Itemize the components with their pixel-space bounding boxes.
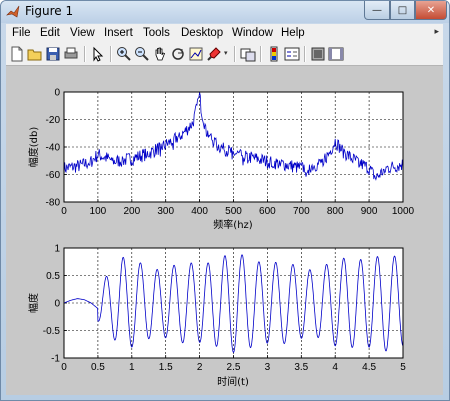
figure-client-area: File Edit View Insert Tools Desktop Wind… <box>6 24 443 395</box>
x-tick-label: 800 <box>327 206 344 217</box>
figure-window: Figure 1 — □ ✕ File Edit View Insert Too… <box>0 0 450 401</box>
x-tick-label: 300 <box>157 206 174 217</box>
x-tick-label: 900 <box>361 206 378 217</box>
x-tick-label: 700 <box>293 206 310 217</box>
minimize-button[interactable]: — <box>364 1 390 20</box>
x-tick-label: 3.5 <box>294 362 308 373</box>
y-tick-label: -1 <box>51 354 60 365</box>
spectrum-xlabel: 频率(hz) <box>213 218 252 231</box>
y-tick-label: 0 <box>54 299 60 310</box>
x-tick-label: 1.5 <box>159 362 173 373</box>
x-tick-label: 5 <box>400 362 406 373</box>
x-tick-label: 3 <box>265 362 271 373</box>
figure-canvas: 0 100 200 300 400 500 600 700 800 900 1000-80-60-4… <box>27 88 415 389</box>
x-tick-label: 0.5 <box>91 362 105 373</box>
close-button[interactable]: ✕ <box>415 1 447 20</box>
spectrum-ylabel: 幅度(db) <box>27 127 40 168</box>
window-title: Figure 1 <box>25 4 74 18</box>
x-tick-label: 100 <box>90 206 107 217</box>
x-tick-label: 2.5 <box>227 362 241 373</box>
x-tick-label: 1 <box>129 362 135 373</box>
title-bar[interactable]: Figure 1 — □ ✕ <box>1 1 449 23</box>
x-tick-label: 2 <box>197 362 203 373</box>
time-ylabel: 幅度 <box>27 293 40 313</box>
y-tick-label: -40 <box>46 143 61 154</box>
x-tick-label: 1000 <box>392 206 415 217</box>
x-tick-label: 0 <box>61 362 67 373</box>
time-axes[interactable]: 0 0.5 1 1.5 2 2.5 3 3.5 4 4.5 5 -1 -0.5 0 0.5 1 时间(t) 幅… <box>27 244 406 389</box>
y-tick-label: -20 <box>46 115 61 126</box>
y-tick-label: 1 <box>54 244 60 255</box>
time-xlabel: 时间(t) <box>217 375 249 388</box>
x-tick-label: 200 <box>123 206 140 217</box>
x-tick-label: 400 <box>191 206 208 217</box>
x-tick-label: 4.5 <box>362 362 376 373</box>
x-tick-label: 600 <box>259 206 276 217</box>
y-tick-label: -0.5 <box>43 326 61 337</box>
x-tick-label: 500 <box>225 206 242 217</box>
y-tick-label: 0 <box>54 88 60 99</box>
matlab-logo-icon <box>6 5 20 18</box>
x-tick-label: 0 <box>61 206 67 217</box>
maximize-button[interactable]: □ <box>390 1 415 20</box>
y-tick-label: -60 <box>46 170 61 181</box>
y-tick-label: -80 <box>46 198 61 209</box>
x-tick-label: 4 <box>332 362 338 373</box>
y-tick-label: 0.5 <box>46 271 60 282</box>
spectrum-axes[interactable]: 0 100 200 300 400 500 600 700 800 900 1000 -80 -60 -4… <box>27 88 415 232</box>
